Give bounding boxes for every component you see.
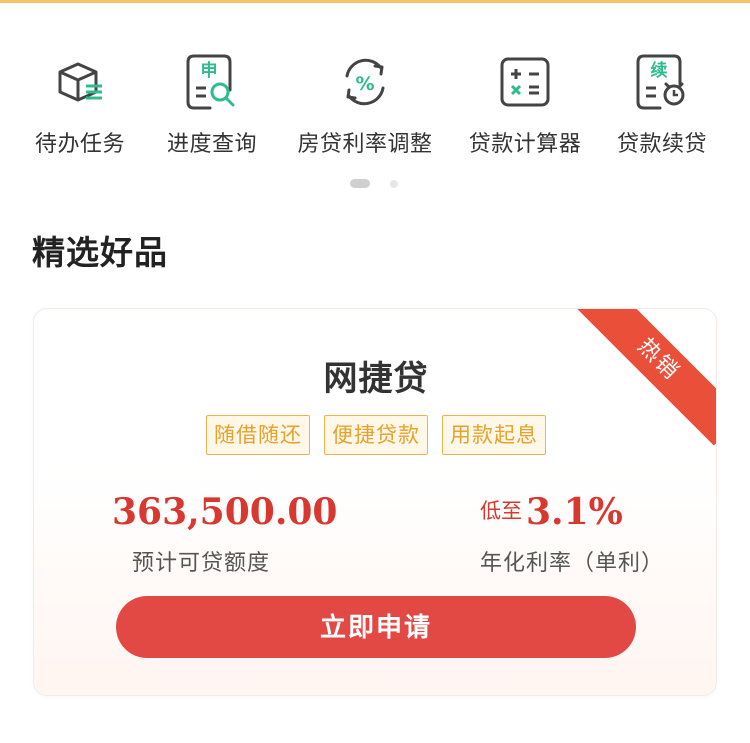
interest-rate-label: 年化利率（单利）: [480, 551, 665, 576]
pager-dot-active[interactable]: [350, 179, 370, 188]
calculator-icon: [500, 57, 550, 107]
loan-amount: 363,500.00: [112, 491, 338, 533]
quick-menu-item-todo[interactable]: 待办任务: [5, 50, 155, 158]
quick-menu-label: 房贷利率调整: [297, 132, 433, 157]
quick-menu-label: 待办任务: [34, 132, 125, 157]
interest-rate: 低至 3.1%: [480, 491, 623, 533]
renewal-clock-icon: 续: [636, 54, 685, 110]
quick-menu-label: 进度查询: [166, 132, 257, 157]
product-tags: 随借随还 便捷贷款 用款起息: [34, 415, 716, 455]
svg-text:续: 续: [651, 60, 668, 81]
quick-menu-item-progress[interactable]: 申 进度查询: [137, 50, 287, 158]
quick-menu-item-mortgage-rate[interactable]: % 房贷利率调整: [290, 50, 440, 158]
rate-prefix: 低至: [480, 499, 522, 523]
top-accent-line: [0, 0, 750, 3]
box-list-icon: [58, 62, 102, 102]
quick-menu-item-renewal[interactable]: 续 贷款续贷: [587, 50, 737, 158]
product-card[interactable]: 热销 网捷贷 随借随还 便捷贷款 用款起息 363,500.00 预计可贷额度 …: [33, 308, 717, 696]
quick-menu-label: 贷款续贷: [616, 132, 707, 157]
section-title: 精选好品: [32, 233, 168, 272]
product-name: 网捷贷: [323, 359, 429, 399]
quick-menu-label: 贷款计算器: [468, 132, 582, 157]
percent-refresh-icon: %: [345, 58, 385, 106]
svg-text:%: %: [355, 73, 374, 95]
quick-menu: 待办任务 申 进度查询 % 房贷利率调整 贷款计算器 续 贷款续贷: [0, 50, 750, 170]
pager-dot[interactable]: [390, 180, 398, 188]
application-search-icon: 申: [186, 54, 235, 110]
product-tag: 随借随还: [206, 415, 310, 455]
product-tag: 用款起息: [442, 415, 546, 455]
quick-menu-pager: [0, 179, 750, 189]
quick-menu-item-calculator[interactable]: 贷款计算器: [450, 50, 600, 158]
rate-value: 3.1%: [526, 491, 623, 533]
apply-now-button[interactable]: 立即申请: [116, 596, 636, 658]
product-tag: 便捷贷款: [324, 415, 428, 455]
loan-amount-label: 预计可贷额度: [132, 551, 271, 576]
svg-text:申: 申: [201, 60, 218, 81]
